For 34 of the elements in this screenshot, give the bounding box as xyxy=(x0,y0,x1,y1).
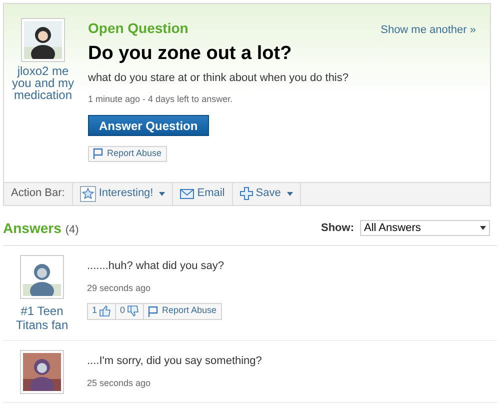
flag-icon xyxy=(148,306,158,316)
user-name[interactable]: jloxo2 me you and my medication xyxy=(11,65,75,101)
thumbs-up-button[interactable]: 1 xyxy=(87,302,116,320)
user-name[interactable]: #1 Teen Titans fan xyxy=(10,304,74,332)
question-details: what do you stare at or think about when you do this? xyxy=(88,71,350,86)
action-button[interactable]: Save xyxy=(232,182,301,204)
answer-time: 25 seconds ago xyxy=(87,377,152,390)
plus-icon xyxy=(240,187,253,200)
answer-question-button[interactable]: Answer Question xyxy=(88,115,209,136)
question-status: Open Question xyxy=(88,19,188,38)
report-abuse-button[interactable]: Report Abuse xyxy=(144,302,222,320)
answers-count: (4) xyxy=(65,222,79,238)
caret-icon xyxy=(286,192,293,196)
action-button[interactable]: Interesting! xyxy=(72,182,174,204)
caret-icon xyxy=(480,226,486,230)
question-meta: 1 minute ago - 4 days left to answer. xyxy=(88,92,234,106)
answer-text: ....I'm sorry, did you say something? xyxy=(87,354,262,368)
action-bar-label: Action Bar: xyxy=(4,182,73,204)
thumbs-down-icon xyxy=(127,305,140,317)
answer-time: 29 seconds ago xyxy=(87,282,152,295)
answers-filter-select[interactable]: All Answers xyxy=(360,220,490,236)
star-icon xyxy=(80,186,96,202)
answer-text: .......huh? what did you say? xyxy=(87,258,224,274)
thumbs-up-icon xyxy=(99,305,112,317)
report-abuse-button[interactable]: Report Abuse xyxy=(88,146,167,162)
show-another-link[interactable]: Show me another » xyxy=(380,22,476,38)
flag-icon xyxy=(93,148,103,159)
answers-heading: Answers xyxy=(3,218,62,238)
show-label: Show: xyxy=(321,220,354,236)
question-title: Do you zone out a lot? xyxy=(88,43,293,65)
caret-icon xyxy=(159,192,166,196)
thumbs-down-button[interactable]: 0 xyxy=(116,302,144,320)
action-button[interactable]: Email xyxy=(173,182,233,204)
envelope-icon xyxy=(180,188,194,198)
